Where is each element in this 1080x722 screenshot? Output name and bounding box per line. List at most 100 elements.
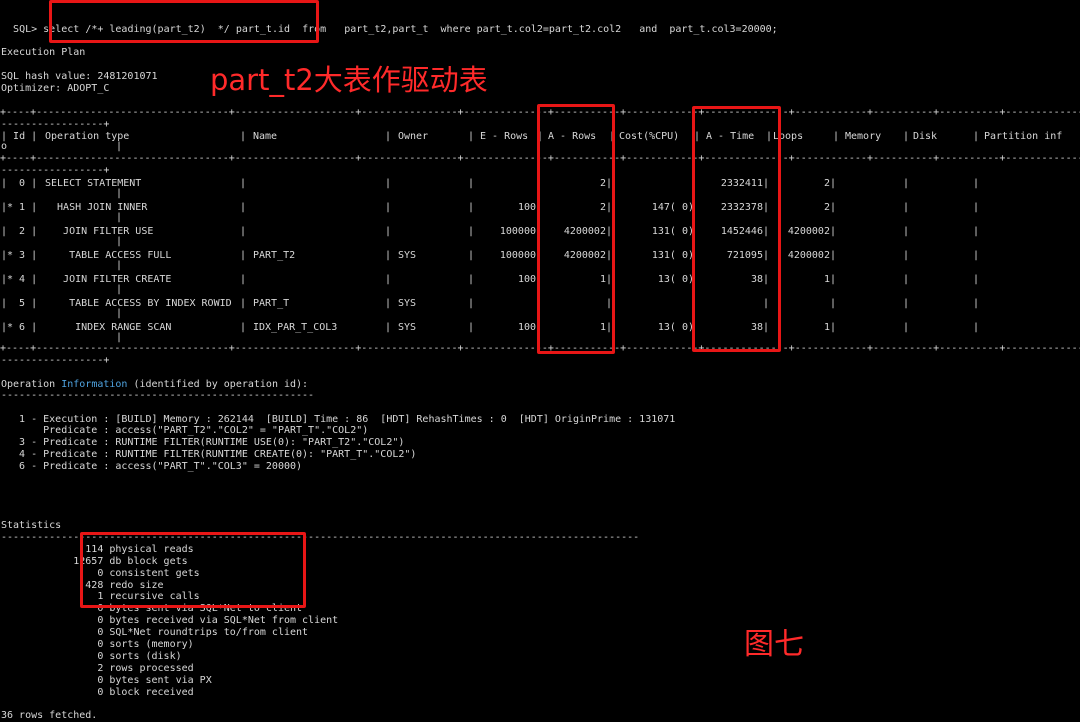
row-loops: 1| xyxy=(823,274,836,285)
column-divider: | xyxy=(240,178,247,189)
col-cost: Cost(%CPU) xyxy=(619,131,680,142)
row-id: |* 3 | xyxy=(1,250,38,261)
column-divider: | xyxy=(240,274,247,285)
row-e-rows: 100 xyxy=(517,322,536,333)
col-id: Id xyxy=(13,131,26,142)
column-divider: | xyxy=(385,226,392,237)
row-name: PART_T xyxy=(253,298,290,309)
col-owner: Owner xyxy=(398,131,429,142)
row-cost: 147( 0) xyxy=(651,202,694,213)
col-disk: Disk xyxy=(913,131,938,142)
row-operation: JOIN FILTER USE xyxy=(45,226,154,237)
row-e-rows: 100 xyxy=(517,202,536,213)
column-divider: | xyxy=(903,178,910,189)
column-divider: | xyxy=(385,274,392,285)
row-e-rows: 100000 xyxy=(499,226,536,237)
operation-info-highlight: Information xyxy=(61,379,128,390)
column-divider: | xyxy=(468,322,475,333)
row-name: PART_T2 xyxy=(253,250,296,261)
column-divider: | xyxy=(973,298,980,309)
column-divider: | xyxy=(973,250,980,261)
col-memory: Memory xyxy=(845,131,882,142)
column-divider: | xyxy=(240,250,247,261)
column-divider: | xyxy=(468,298,475,309)
row-id: | 2 | xyxy=(1,226,38,237)
plan-title: Execution Plan xyxy=(1,47,86,58)
col-name: Name xyxy=(253,131,278,142)
row-operation: JOIN FILTER CREATE xyxy=(45,274,172,285)
column-divider: | xyxy=(385,178,392,189)
column-divider: | xyxy=(240,298,247,309)
column-divider: | xyxy=(468,178,475,189)
col-partition: Partition inf xyxy=(984,131,1063,142)
row-loops: 2| xyxy=(823,202,836,213)
statistics-title: Statistics xyxy=(1,520,62,531)
column-divider: | xyxy=(240,226,247,237)
row-operation: TABLE ACCESS FULL xyxy=(45,250,172,261)
row-loops: 4200002| xyxy=(787,250,836,261)
row-cost: 13( 0) xyxy=(657,322,694,333)
column-divider: | xyxy=(973,178,980,189)
figure-label: 图七 xyxy=(744,627,804,662)
stat-line: 0 SQL*Net roundtrips to/from client xyxy=(1,627,309,638)
hint-highlight-box xyxy=(49,0,319,43)
column-divider: | xyxy=(468,226,475,237)
a-rows-highlight-box xyxy=(537,104,615,354)
row-owner: SYS xyxy=(398,322,417,333)
sql-prompt: SQL> xyxy=(13,24,44,35)
op-info-line: Predicate : access("PART_T2"."COL2" = "P… xyxy=(1,425,369,436)
column-divider: | xyxy=(385,322,392,333)
sql-hash-value: SQL hash value: 2481201071 xyxy=(1,71,158,82)
column-divider: | xyxy=(240,322,247,333)
column-divider: | xyxy=(385,202,392,213)
row-id: | 5 | xyxy=(1,298,38,309)
stat-line: 0 sorts (disk) xyxy=(1,651,182,662)
column-divider: | xyxy=(973,322,980,333)
row-operation: INDEX RANGE SCAN xyxy=(45,322,172,333)
column-divider: | xyxy=(903,226,910,237)
column-divider: | xyxy=(385,298,392,309)
row-e-rows: 100 xyxy=(517,274,536,285)
column-divider: | xyxy=(903,250,910,261)
a-time-highlight-box xyxy=(692,106,781,352)
row-loops: 1| xyxy=(823,322,836,333)
row-loops: 2| xyxy=(823,178,836,189)
sql-from-where: from part_t2,part_t where part_t.col2=pa… xyxy=(296,24,778,35)
row-wrap-divider: | xyxy=(116,236,123,247)
row-owner: SYS xyxy=(398,250,417,261)
row-cost: 13( 0) xyxy=(657,274,694,285)
statistics-highlight-box xyxy=(80,532,306,608)
stat-line: 0 bytes sent via PX xyxy=(1,675,212,686)
col-id-wrap: o xyxy=(1,141,8,152)
op-info-line: 6 - Predicate : access("PART_T"."COL3" =… xyxy=(1,461,303,472)
table-bottom-border-cont: -----------------+ xyxy=(1,355,110,366)
row-cost: 131( 0) xyxy=(651,250,694,261)
column-divider: | xyxy=(903,274,910,285)
row-name: IDX_PAR_T_COL3 xyxy=(253,322,338,333)
row-wrap-divider: | xyxy=(116,308,123,319)
row-id: | 0 | xyxy=(1,178,38,189)
column-divider: | xyxy=(973,202,980,213)
row-loops: 4200002| xyxy=(787,226,836,237)
row-operation: SELECT STATEMENT xyxy=(45,178,142,189)
optimizer-mode: Optimizer: ADOPT_C xyxy=(1,83,110,94)
row-e-rows: 100000 xyxy=(499,250,536,261)
row-id: |* 1 | xyxy=(1,202,38,213)
row-operation: TABLE ACCESS BY INDEX ROWID xyxy=(45,298,232,309)
column-divider: | xyxy=(240,202,247,213)
row-cost: 131( 0) xyxy=(651,226,694,237)
col-e-rows: E - Rows xyxy=(480,131,529,142)
column-divider: | xyxy=(903,322,910,333)
operation-info-underline: ----------------------------------------… xyxy=(1,390,315,401)
row-id: |* 6 | xyxy=(1,322,38,333)
row-loops: | xyxy=(829,298,836,309)
stat-line: 0 sorts (memory) xyxy=(1,639,194,650)
row-id: |* 4 | xyxy=(1,274,38,285)
op-info-line: 3 - Predicate : RUNTIME FILTER(RUNTIME U… xyxy=(1,437,405,448)
row-operation: HASH JOIN INNER xyxy=(45,202,148,213)
stat-line: 0 bytes received via SQL*Net from client xyxy=(1,615,339,626)
driver-table-annotation: part_t2大表作驱动表 xyxy=(210,63,488,97)
row-wrap-divider: | xyxy=(116,188,123,199)
column-divider: | xyxy=(903,298,910,309)
table-top-border-cont: -----------------+ xyxy=(1,119,110,130)
